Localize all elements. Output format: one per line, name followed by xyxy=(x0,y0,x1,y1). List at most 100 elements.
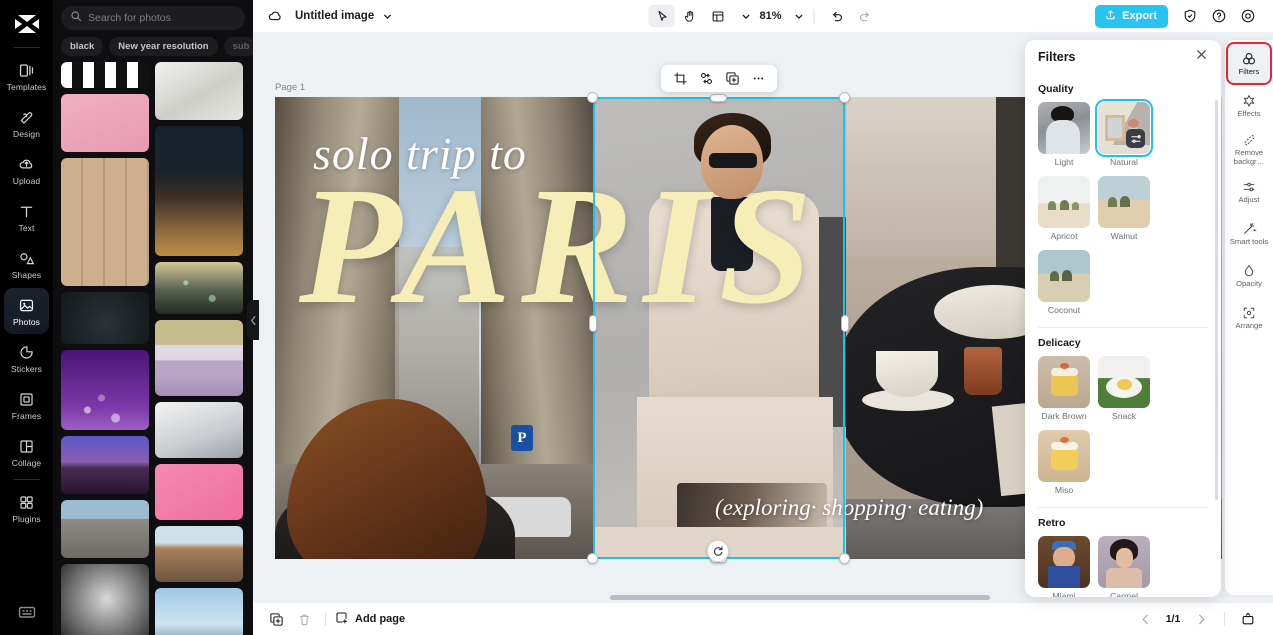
selection-handle-top-right[interactable] xyxy=(839,92,850,103)
tool-label: Remove backgr… xyxy=(1233,148,1265,166)
filter-item-natural[interactable]: Natural xyxy=(1095,99,1153,168)
photo-thumb-wood-planks[interactable] xyxy=(61,158,149,286)
photo-thumb-dark-brick[interactable] xyxy=(61,292,149,344)
tool-filters[interactable]: Filters xyxy=(1226,42,1272,85)
selection-handle-bottom-right[interactable] xyxy=(839,553,850,564)
sidebar-item-upload[interactable]: Upload xyxy=(4,147,49,193)
sidebar-item-collage[interactable]: Collage xyxy=(4,429,49,475)
layout-chevron-down-icon[interactable] xyxy=(740,11,751,22)
collage-icon xyxy=(18,437,35,456)
duplicate-page-icon[interactable] xyxy=(263,608,289,631)
filter-item-snack[interactable]: Snack xyxy=(1098,356,1150,422)
tool-adjust[interactable]: Adjust xyxy=(1228,172,1270,211)
bottom-divider xyxy=(325,612,326,626)
selection-handle-top-center[interactable] xyxy=(710,94,727,102)
photo-thumb-pink-paper[interactable] xyxy=(155,464,243,520)
chevron-down-icon[interactable] xyxy=(382,11,393,22)
design-headline-serif[interactable]: PARIS xyxy=(299,157,822,335)
trash-icon[interactable] xyxy=(291,608,317,631)
photo-thumb-gold-purple-wave[interactable] xyxy=(155,320,243,396)
canvas-tools-group: 81% xyxy=(648,5,877,27)
selection-handle-left-middle[interactable] xyxy=(589,315,597,332)
filter-item-light[interactable]: Light xyxy=(1038,102,1090,168)
apps-grid-icon[interactable] xyxy=(17,602,37,627)
chip-black[interactable]: black xyxy=(61,37,104,56)
adjust-sliders-icon[interactable] xyxy=(1126,129,1145,148)
help-circle-icon[interactable] xyxy=(1206,5,1232,27)
filter-item-walnut[interactable]: Walnut xyxy=(1098,176,1150,242)
filter-item-dark-brown[interactable]: Dark Brown xyxy=(1038,356,1090,422)
add-page-button[interactable]: Add page xyxy=(334,610,405,628)
crop-icon[interactable] xyxy=(668,68,692,90)
page-indicator: 1/1 xyxy=(1165,613,1181,625)
layout-tool-button[interactable] xyxy=(704,5,730,27)
photo-thumb-purple-lake[interactable] xyxy=(61,436,149,494)
design-caption[interactable]: (exploring· shopping· eating) xyxy=(715,495,983,521)
capcut-logo[interactable] xyxy=(7,6,47,42)
sidebar-item-plugins[interactable]: Plugins xyxy=(4,485,49,531)
tool-arrange[interactable]: Arrange xyxy=(1228,298,1270,337)
filter-item-coconut[interactable]: Coconut xyxy=(1038,250,1090,316)
chevron-left-icon[interactable] xyxy=(1132,608,1158,631)
sidebar-item-frames[interactable]: Frames xyxy=(4,382,49,428)
zoom-level[interactable]: 81% xyxy=(759,10,781,22)
selection-handle-right-middle[interactable] xyxy=(841,315,849,332)
filters-panel-body[interactable]: Quality Light Natural Apricot Walnut Coc… xyxy=(1025,74,1221,597)
photo-column-right xyxy=(155,62,243,635)
chip-sub[interactable]: sub xyxy=(223,37,253,56)
tool-remove-background[interactable]: Remove backgr… xyxy=(1228,128,1270,169)
photo-thumb-coffee-desk[interactable] xyxy=(155,402,243,458)
shield-icon[interactable] xyxy=(1177,5,1203,27)
sidebar-item-text[interactable]: Text xyxy=(4,194,49,240)
replace-shuffle-icon[interactable] xyxy=(694,68,718,90)
bottom-divider-2 xyxy=(1224,612,1225,626)
filter-thumb-coconut xyxy=(1038,250,1090,302)
tool-opacity[interactable]: Opacity xyxy=(1228,256,1270,295)
tool-smart-tools[interactable]: Smart tools xyxy=(1228,214,1270,253)
photo-thumb-pink-gradient[interactable] xyxy=(61,94,149,152)
hand-tool-button[interactable] xyxy=(676,5,702,27)
search-bar[interactable] xyxy=(61,6,245,30)
redo-button[interactable] xyxy=(852,5,878,27)
select-tool-button[interactable] xyxy=(648,5,675,27)
document-title[interactable]: Untitled image xyxy=(295,10,374,22)
canvas-horizontal-scrollbar[interactable] xyxy=(610,595,990,600)
close-icon[interactable] xyxy=(1195,48,1208,66)
more-options-icon[interactable] xyxy=(746,68,770,90)
rotate-handle[interactable] xyxy=(707,540,729,562)
tool-effects[interactable]: Effects xyxy=(1228,86,1270,125)
filter-item-miami[interactable]: Miami xyxy=(1038,536,1090,597)
export-button[interactable]: Export xyxy=(1095,4,1168,28)
sidebar-item-shapes[interactable]: Shapes xyxy=(4,241,49,287)
photo-thumb-green-bokeh[interactable] xyxy=(155,262,243,314)
undo-button[interactable] xyxy=(824,5,850,27)
filters-panel-scrollbar[interactable] xyxy=(1215,100,1218,500)
filter-item-carmel[interactable]: Carmel xyxy=(1098,536,1150,597)
photo-thumb-city-aerial[interactable] xyxy=(61,500,149,558)
search-input[interactable] xyxy=(88,12,236,24)
photo-thumb-grey-smoke[interactable] xyxy=(61,564,149,635)
chevron-right-icon[interactable] xyxy=(1188,608,1214,631)
sidebar-label: Text xyxy=(18,222,35,233)
filter-thumb-light xyxy=(1038,102,1090,154)
filter-item-apricot[interactable]: Apricot xyxy=(1038,176,1090,242)
sidebar-item-design[interactable]: Design xyxy=(4,100,49,146)
photo-thumb-silver-plate[interactable] xyxy=(155,62,243,120)
photo-thumb-purple-bokeh[interactable] xyxy=(61,350,149,430)
zoom-chevron-down-icon[interactable] xyxy=(794,11,805,22)
photo-thumb-checkerboard[interactable] xyxy=(61,62,149,88)
panel-collapse-handle[interactable] xyxy=(247,300,259,340)
photo-thumb-pine-forest[interactable] xyxy=(155,126,243,256)
filter-item-miso[interactable]: Miso xyxy=(1038,430,1090,496)
sidebar-item-photos[interactable]: Photos xyxy=(4,288,49,334)
duplicate-icon[interactable] xyxy=(720,68,744,90)
sidebar-item-templates[interactable]: Templates xyxy=(4,53,49,99)
selection-handle-bottom-left[interactable] xyxy=(587,553,598,564)
photo-thumb-chicago-skyline[interactable] xyxy=(155,526,243,582)
selection-handle-top-left[interactable] xyxy=(587,92,598,103)
chip-new-year-resolution[interactable]: New year resolution xyxy=(109,37,218,56)
page-thumbnails-icon[interactable] xyxy=(1235,608,1261,631)
settings-gear-icon[interactable] xyxy=(1235,5,1261,27)
photo-thumb-blue-sky-mountain[interactable] xyxy=(155,588,243,635)
sidebar-item-stickers[interactable]: Stickers xyxy=(4,335,49,381)
